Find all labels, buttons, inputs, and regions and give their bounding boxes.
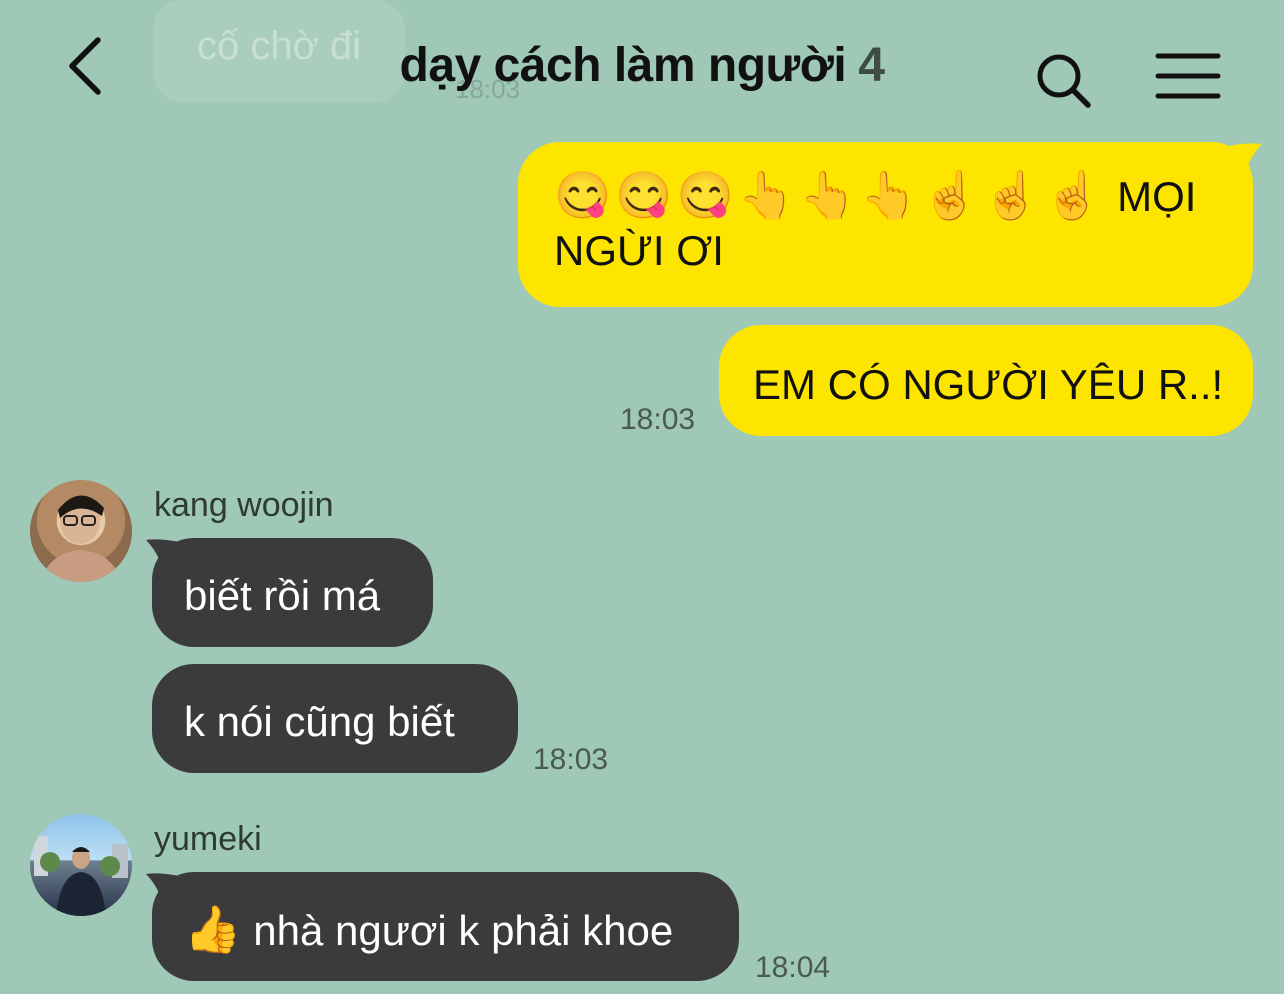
- emoji-text: 😋😋😋👆👆👆☝️☝️☝️: [554, 169, 1106, 221]
- hamburger-menu-icon: [1155, 53, 1221, 99]
- person-icon: [34, 836, 128, 916]
- avatar[interactable]: [30, 480, 132, 582]
- their-message-bubble[interactable]: 👍 nhà ngươi k phải khoe: [152, 872, 739, 981]
- message-text: EM CÓ NGƯỜI YÊU R..!: [753, 361, 1224, 408]
- chat-title-text: dạy cách làm người: [399, 39, 847, 92]
- my-message-bubble[interactable]: EM CÓ NGƯỜI YÊU R..!: [719, 325, 1253, 436]
- menu-button[interactable]: [1152, 46, 1224, 106]
- their-message-bubble[interactable]: biết rồi má: [152, 538, 433, 647]
- person-icon: [40, 495, 122, 582]
- message-time: 18:04: [755, 951, 831, 984]
- message-time: 18:03: [533, 743, 609, 776]
- avatar[interactable]: [30, 814, 132, 916]
- my-message-bubble[interactable]: 😋😋😋👆👆👆☝️☝️☝️ MỌI NGỪI ƠI: [518, 142, 1253, 307]
- their-message-bubble[interactable]: k nói cũng biết: [152, 664, 518, 773]
- search-button[interactable]: [1030, 46, 1100, 116]
- message-text: biết rồi má: [184, 572, 381, 619]
- thumbs-up-icon: 👍: [184, 903, 242, 955]
- sender-name: yumeki: [154, 820, 262, 858]
- member-count: 4: [858, 39, 885, 92]
- message-text: k nói cũng biết: [184, 698, 455, 745]
- search-icon: [1037, 54, 1091, 108]
- message-time: 18:03: [620, 403, 696, 436]
- message-text: nhà ngươi k phải khoe: [253, 907, 674, 954]
- sender-name: kang woojin: [154, 486, 334, 524]
